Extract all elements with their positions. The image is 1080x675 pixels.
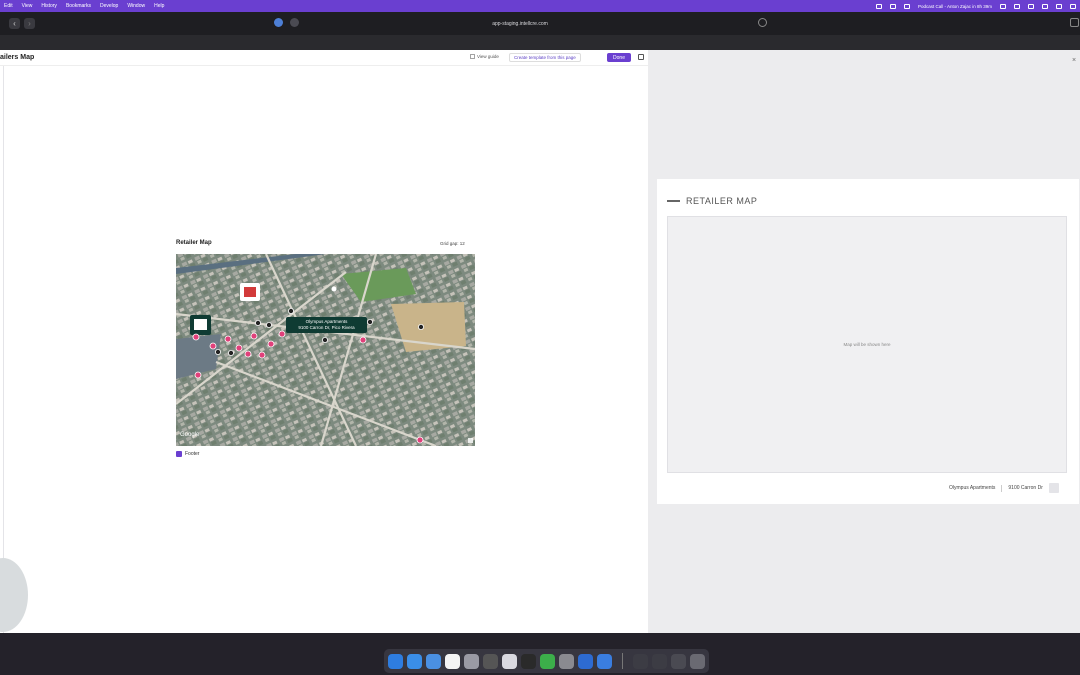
messages-icon[interactable] <box>540 653 555 669</box>
menu-edit[interactable]: Edit <box>4 3 13 9</box>
page-editor: ailers Map View guide Create template fr… <box>0 50 648 633</box>
reload-icon[interactable] <box>758 18 767 27</box>
grid-gap-control[interactable]: Grid gap: 12 <box>440 241 465 246</box>
settings-icon[interactable] <box>559 653 574 669</box>
logo-placeholder <box>1048 483 1059 493</box>
wifi-icon[interactable] <box>1042 3 1048 9</box>
back-button[interactable]: ‹ <box>9 18 20 29</box>
app-icon[interactable] <box>483 653 498 669</box>
forward-button[interactable]: › <box>24 18 35 29</box>
macos-menubar: Edit View History Bookmarks Develop Wind… <box>0 0 1080 12</box>
preview-pane: × RETAILER MAP Map will be shown here Ol… <box>648 50 1080 633</box>
property-label[interactable]: Olympus Apartments 9100 Carron Dr, Pico … <box>286 317 367 333</box>
status-icon[interactable] <box>875 3 882 9</box>
status-icon[interactable] <box>889 3 896 9</box>
view-guide-link[interactable]: View guide <box>470 54 499 59</box>
preview-footer: Olympus Apartments 9100 Carron Dr <box>949 483 1059 493</box>
trash-icon[interactable] <box>690 653 705 669</box>
dock <box>384 649 709 673</box>
finder-icon[interactable] <box>388 653 403 669</box>
share-icon[interactable] <box>1070 18 1079 27</box>
menu-window[interactable]: Window <box>127 3 145 9</box>
page-header: ailers Map View guide Create template fr… <box>0 50 648 66</box>
footer-toggle[interactable]: Footer <box>176 451 199 457</box>
safari-icon[interactable] <box>407 653 422 669</box>
app-icon[interactable] <box>521 653 536 669</box>
footer-label: Footer <box>185 451 200 457</box>
dock-separator <box>622 653 623 669</box>
close-icon[interactable]: × <box>1072 57 1076 64</box>
status-icon[interactable] <box>903 3 910 9</box>
status-icon[interactable] <box>1000 3 1006 9</box>
status-icon[interactable] <box>1014 3 1020 9</box>
control-center-icon[interactable] <box>1070 3 1076 9</box>
map-credit: Google <box>180 432 200 438</box>
left-rail <box>0 66 4 633</box>
preview-heading-text: RETAILER MAP <box>686 196 758 206</box>
retailer-map-image[interactable]: Olympus Apartments 9100 Carron Dr, Pico … <box>176 254 475 446</box>
page-title: ailers Map <box>0 54 35 61</box>
camera-bubble <box>0 558 28 632</box>
property-name: Olympus Apartments <box>949 485 996 491</box>
preview-heading: RETAILER MAP <box>667 196 757 206</box>
footer-checkbox[interactable] <box>176 451 182 457</box>
sidebar-toggle-icon[interactable] <box>638 54 644 60</box>
calendar-event-status[interactable]: Podcast Call - Anton Zajac in 8h 39m <box>918 4 992 9</box>
browser-toolbar: ‹ › app-staging.intellcre.com <box>0 12 1080 35</box>
view-guide-label: View guide <box>477 54 499 59</box>
search-icon[interactable] <box>1056 3 1062 9</box>
window-icon[interactable] <box>652 653 667 669</box>
app-icon[interactable] <box>597 653 612 669</box>
background-window-strip <box>0 35 1080 50</box>
address-bar[interactable]: app-staging.intellcre.com <box>270 18 770 29</box>
menu-develop[interactable]: Develop <box>100 3 118 9</box>
done-button[interactable]: Done <box>607 53 631 62</box>
menu-bookmarks[interactable]: Bookmarks <box>66 3 91 9</box>
menu-history[interactable]: History <box>41 3 57 9</box>
menubar-menus: Edit View History Bookmarks Develop Wind… <box>4 3 164 9</box>
app-icon[interactable] <box>578 653 593 669</box>
preview-card: RETAILER MAP Map will be shown here Olym… <box>657 179 1079 504</box>
aerial-map <box>176 254 475 446</box>
create-template-button[interactable]: Create template from this page <box>509 53 581 62</box>
window-icon[interactable] <box>633 653 648 669</box>
menu-help[interactable]: Help <box>154 3 164 9</box>
property-address: 9100 Carron Dr <box>1008 485 1043 491</box>
divider <box>1001 484 1003 492</box>
map-placeholder-text: Map will be shown here <box>843 342 891 347</box>
mail-icon[interactable] <box>426 653 441 669</box>
menubar-status: Podcast Call - Anton Zajac in 8h 39m <box>875 3 1076 9</box>
widget-title: Retailer Map <box>176 240 212 246</box>
battery-icon[interactable] <box>1028 3 1034 9</box>
app-icon[interactable] <box>502 653 517 669</box>
window-icon[interactable] <box>671 653 686 669</box>
property-label-address: 9100 Carron Dr, Pico Rivera <box>298 324 355 330</box>
map-placeholder: Map will be shown here <box>667 216 1067 473</box>
calendar-icon[interactable] <box>445 653 460 669</box>
heading-dash <box>667 200 680 202</box>
book-icon <box>470 54 475 59</box>
menu-view[interactable]: View <box>22 3 33 9</box>
app-icon[interactable] <box>464 653 479 669</box>
